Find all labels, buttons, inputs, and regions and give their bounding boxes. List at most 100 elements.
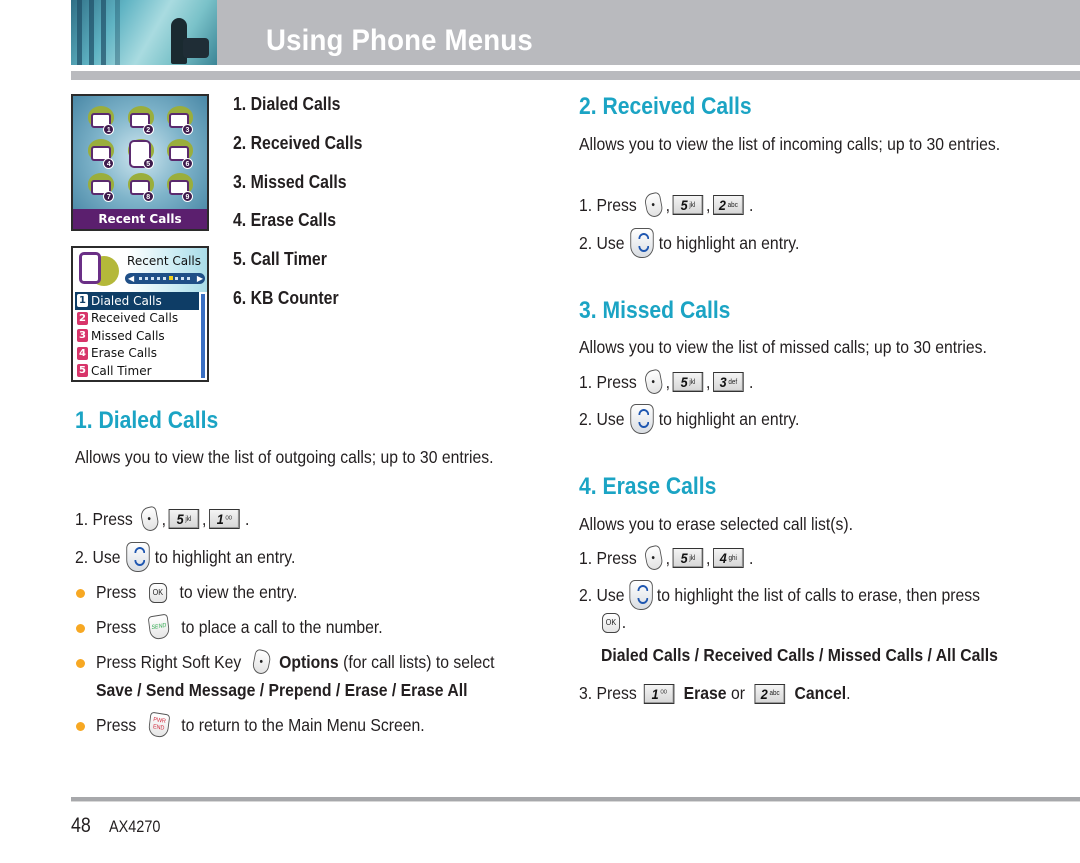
item-number-badge: 2 [77, 311, 88, 325]
item-number-badge: 3 [77, 329, 88, 343]
submenu-item-label: Call Timer [91, 363, 152, 378]
music-icon: 6 [160, 137, 199, 170]
key-2-icon: 2 abc [754, 683, 786, 704]
scrollbar [201, 294, 205, 378]
browser-icon: 3 [160, 104, 199, 137]
header-rule [71, 71, 1080, 80]
left-soft-key-icon [643, 544, 665, 572]
dialed-bullet-return: Press PWR END to return to the Main Menu … [96, 711, 425, 739]
erase-step1: 1. Press , 5 jkl , 4 ghi . [579, 544, 753, 572]
icon-number-badge: 3 [181, 124, 193, 136]
recent-calls-icon [79, 252, 101, 284]
missed-desc: Allows you to view the list of missed ca… [579, 337, 987, 357]
icon-number-badge: 9 [181, 190, 193, 202]
left-soft-key-icon [139, 505, 161, 533]
dialed-bullet-view: Press OK to view the entry. [96, 582, 298, 603]
received-desc: Allows you to view the list of incoming … [579, 134, 1001, 154]
key-1-icon: 1 ᴼᴼ [209, 509, 240, 529]
page-number: 48 [71, 814, 91, 837]
recent-calls-screenshot: Recent Calls ◀ ▶ 1 Dialed Calls 2 Received … [71, 246, 209, 382]
bullet-icon [76, 659, 85, 668]
missed-step2: 2. Use to highlight an entry. [579, 404, 799, 434]
heading-missed-calls: 3. Missed Calls [579, 297, 731, 324]
erase-desc: Allows you to erase selected call list(s… [579, 514, 853, 534]
right-soft-key-icon [251, 648, 273, 676]
main-menu-screenshot: 1 2 3 4 5 6 7 8 9 Recent Calls [71, 94, 209, 231]
heading-dialed-calls: 1. Dialed Calls [75, 407, 219, 434]
dialed-step2: 2. Use to highlight an entry. [75, 542, 295, 572]
dialed-bullet-options: Press Right Soft Key Options (for call l… [96, 648, 495, 676]
send-key-icon: SEND [147, 613, 171, 641]
icon-number-badge: 6 [181, 157, 193, 169]
submenu-item-label: Dialed Calls [91, 293, 162, 308]
submenu-item-label: Missed Calls [91, 328, 165, 343]
messaging-icon: 1 [81, 104, 120, 137]
main-menu-label: Recent Calls [73, 209, 207, 229]
key-5-icon: 5 jkl [672, 548, 704, 568]
navigation-key-icon [629, 580, 653, 610]
ok-key-icon: OK [148, 582, 167, 603]
key-5-icon: 5 jkl [168, 509, 200, 529]
key-5-icon: 5 jkl [672, 372, 704, 392]
key-1-icon: 1 ᴼᴼ [643, 683, 675, 704]
bullet-icon [76, 722, 85, 731]
submenu-item-label: Erase Calls [91, 346, 157, 361]
icon-number-badge: 5 [142, 157, 154, 169]
erase-step2: 2. Use to highlight the list of calls to… [579, 580, 980, 610]
menu-list-item: 3. Missed Calls [233, 171, 347, 192]
dialed-step1: 1. Press , 5 jkl , 1 ᴼᴼ . [75, 505, 249, 533]
navigation-key-icon [629, 228, 654, 258]
chevron-left-icon: ◀ [128, 274, 135, 283]
missed-step1: 1. Press , 5 jkl , 3 def . [579, 368, 753, 396]
recent-calls-icon: 5 [120, 137, 159, 170]
erase-step3: 3. Press 1 ᴼᴼ Erase or 2 abc Cancel . [579, 683, 851, 704]
icon-number-badge: 4 [103, 157, 115, 169]
media-icon: 2 [120, 104, 159, 137]
submenu-item[interactable]: 5 Call Timer [75, 362, 199, 380]
menu-list-item: 6. KB Counter [233, 287, 339, 308]
icon-number-badge: 2 [142, 124, 154, 136]
model-name: AX4270 [109, 817, 161, 836]
key-4-icon: 4 ghi [713, 548, 744, 568]
key-5-icon: 5 jkl [672, 195, 704, 215]
menu-list: 1. Dialed Calls 2. Received Calls 3. Misse… [233, 94, 380, 327]
navigation-key-icon [629, 404, 654, 434]
header-photo [71, 0, 217, 65]
submenu-nav-bar: ◀ ▶ [125, 273, 205, 284]
heading-erase-calls: 4. Erase Calls [579, 473, 717, 500]
tools-icon: 7 [81, 171, 120, 204]
erase-step2-ok: OK . [602, 612, 626, 633]
heading-received-calls: 2. Received Calls [579, 93, 752, 120]
menu-list-item: 2. Received Calls [233, 132, 363, 153]
end-key-icon: PWR END [147, 711, 171, 739]
submenu-title: Recent Calls [127, 254, 201, 268]
left-soft-key-icon [643, 368, 665, 396]
settings-icon: 8 [120, 171, 159, 204]
submenu-item-label: Received Calls [91, 311, 179, 326]
footer-rule [71, 797, 1080, 802]
received-step2: 2. Use to highlight an entry. [579, 228, 799, 258]
icon-number-badge: 8 [142, 190, 154, 202]
submenu-item[interactable]: 4 Erase Calls [75, 345, 199, 363]
key-2-icon: 2 abc [713, 195, 744, 215]
key-3-icon: 3 def [713, 372, 744, 392]
bullet-icon [76, 624, 85, 633]
item-number-badge: 5 [77, 364, 88, 378]
contacts-icon: 4 [81, 137, 120, 170]
navigation-key-icon [125, 542, 150, 572]
item-number-badge: 1 [77, 294, 88, 308]
icon-number-badge: 1 [103, 124, 115, 136]
page-title: Using Phone Menus [266, 24, 533, 57]
phone-info-icon: 9 [160, 171, 199, 204]
submenu-item[interactable]: 3 Missed Calls [75, 327, 199, 345]
submenu-item[interactable]: 1 Dialed Calls [75, 292, 199, 310]
received-step1: 1. Press , 5 jkl , 2 abc . [579, 191, 753, 219]
dialed-options-list: Save / Send Message / Prepend / Erase / … [96, 680, 468, 700]
left-soft-key-icon [643, 191, 665, 219]
dialed-desc: Allows you to view the list of outgoing … [75, 447, 494, 467]
chevron-right-icon: ▶ [196, 274, 203, 283]
item-number-badge: 4 [77, 346, 88, 360]
submenu-item[interactable]: 2 Received Calls [75, 310, 199, 328]
bullet-icon [76, 589, 85, 598]
erase-options-list: Dialed Calls / Received Calls / Missed C… [601, 645, 998, 665]
